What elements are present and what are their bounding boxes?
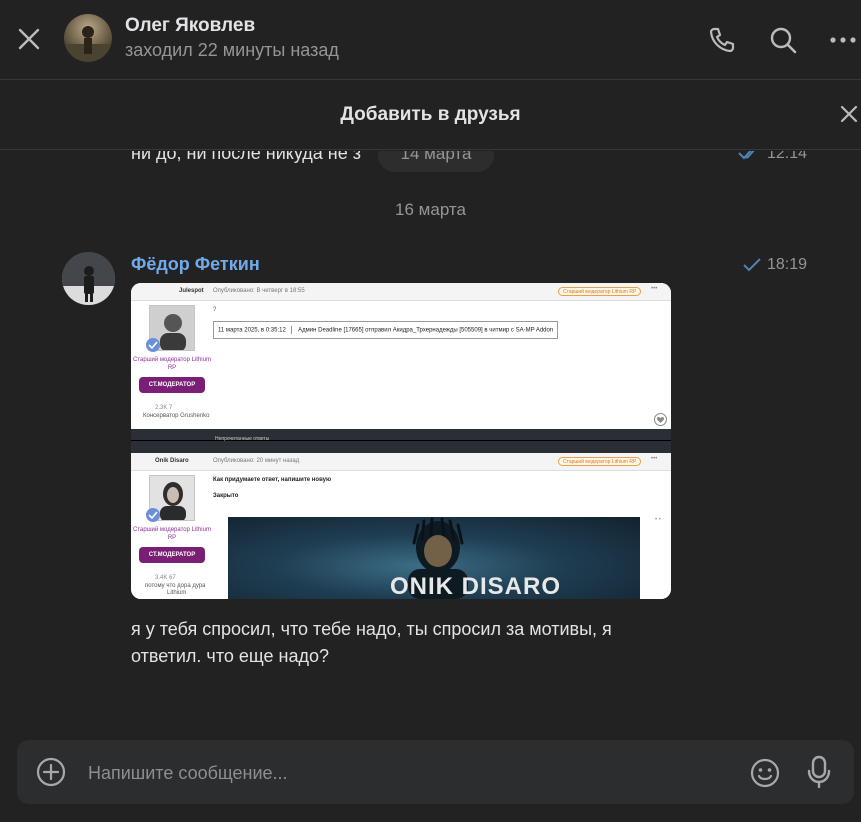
- post-signature: Консерватор Grushenko: [143, 413, 210, 419]
- add-friend-bar: Добавить в друзья: [0, 80, 861, 150]
- forum-post-1: Julespot Опубликовано: В четверг в 18:55…: [131, 283, 671, 429]
- post-line-2: Закрыто: [213, 493, 239, 499]
- post-mod-title: Старший модератор Lithium RP: [133, 357, 211, 371]
- unread-divider-label: Непрочитанные ответы: [215, 436, 270, 442]
- post-signature: потому что дора дура: [145, 583, 206, 589]
- previous-message-time: 12:14: [767, 151, 808, 162]
- contact-status: заходил 22 минуты назад: [125, 40, 339, 60]
- post-rank-pill: Старший модератор Lithium RP: [558, 457, 642, 466]
- microphone-icon[interactable]: [803, 754, 835, 790]
- message-text-line-1: я у тебя спросил, что тебе надо, ты спро…: [131, 619, 612, 639]
- floating-date-chip: 14 марта: [378, 151, 494, 172]
- post-rank-pill: Старший модератор Lithium RP: [558, 287, 642, 296]
- date-separator: 16 марта: [395, 200, 466, 219]
- sender-avatar[interactable]: [62, 252, 115, 305]
- post-stats: 2.3K 7: [155, 405, 173, 411]
- add-friend-button[interactable]: Добавить в друзья: [0, 104, 861, 126]
- post-mod-title: Старший модератор Lithium RP: [133, 527, 211, 541]
- chat-header: Олег Яковлев заходил 22 минуты назад: [0, 0, 861, 80]
- search-icon[interactable]: [767, 24, 799, 56]
- message-photo-attachment[interactable]: Julespot Опубликовано: В четверг в 18:55…: [131, 283, 671, 599]
- post-menu-icon: •••: [651, 456, 658, 462]
- contact-name[interactable]: Олег Яковлев: [125, 15, 255, 37]
- post-quote-date: 11 марта 2025, в 0:35:12: [218, 327, 286, 334]
- contact-avatar[interactable]: [64, 14, 112, 62]
- post-mod-badge: СТ.МОДЕРАТОР: [139, 547, 205, 563]
- post-author: Julespot: [179, 288, 204, 294]
- dismiss-add-friend-icon[interactable]: [836, 101, 861, 127]
- message-text: я у тебя спросил, что тебе надо, ты спро…: [131, 616, 691, 670]
- sender-name[interactable]: Фёдор Феткин: [131, 254, 260, 275]
- unread-divider: Непрочитанные ответы: [131, 429, 671, 453]
- previous-message-text: ни до, ни после никуда не з: [131, 151, 361, 163]
- like-icon: [654, 413, 667, 426]
- post-author: Onik Disaro: [155, 458, 189, 464]
- emoji-icon[interactable]: [749, 757, 781, 789]
- post-published: Опубликовано: 20 минут назад: [213, 458, 300, 464]
- verified-badge-icon: [146, 338, 160, 352]
- post-marker: ?: [213, 307, 217, 313]
- post-ellipsis: • •: [655, 517, 661, 523]
- double-check-icon: [738, 151, 755, 160]
- post-mod-badge: СТ.МОДЕРАТОР: [139, 377, 205, 393]
- check-icon: [743, 258, 761, 272]
- post-published: Опубликовано: В четверг в 18:55: [213, 288, 305, 294]
- close-icon[interactable]: [14, 24, 44, 54]
- phone-icon[interactable]: [706, 24, 738, 56]
- banner-title: ONIK DISARO: [390, 573, 562, 599]
- post-quote: 11 марта 2025, в 0:35:12 Админ Deadline …: [213, 321, 559, 339]
- message-feed[interactable]: ни до, ни после никуда не з 14 марта 12:…: [0, 151, 861, 736]
- attach-plus-icon[interactable]: [35, 756, 67, 788]
- message-text-line-2: ответил. что еще надо?: [131, 646, 329, 666]
- message-input[interactable]: [88, 760, 688, 786]
- post-menu-icon: •••: [651, 286, 658, 292]
- post-stats: 3.4K 67: [155, 575, 176, 581]
- verified-badge-icon: [146, 508, 160, 522]
- post-quote-text: Админ Deadline [17665] отправил Акидра_Т…: [298, 327, 554, 334]
- post-line-1: Как придумаете ответ, напишите новую: [213, 477, 332, 483]
- more-icon[interactable]: [827, 24, 859, 56]
- message-time: 18:19: [767, 256, 808, 273]
- post-signature-2: Lithium: [167, 590, 187, 596]
